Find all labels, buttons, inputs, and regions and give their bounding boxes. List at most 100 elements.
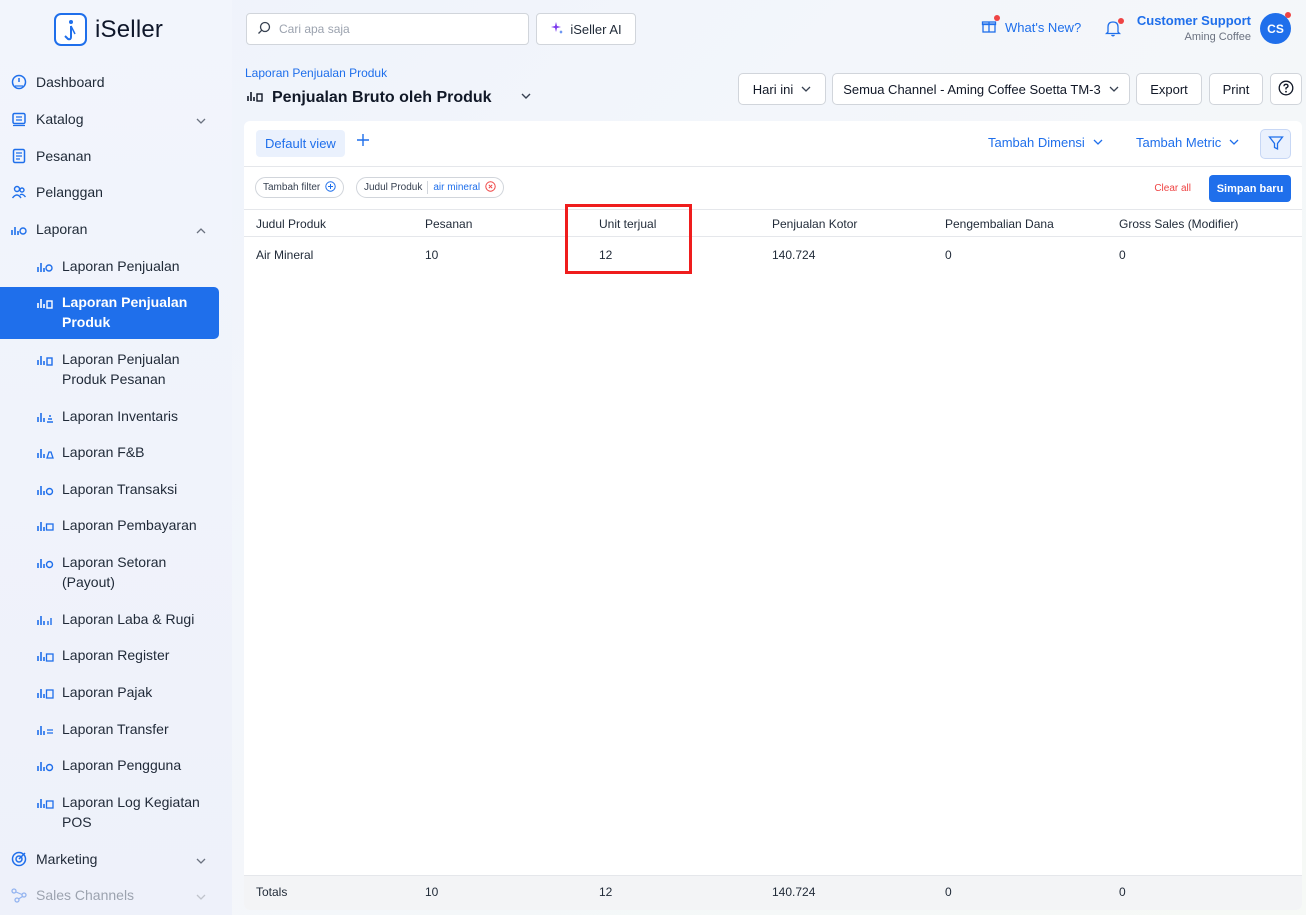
sidebar-item-label: Katalog <box>36 111 84 127</box>
sidebar-item-laporan-pembayaran[interactable]: Laporan Pembayaran <box>0 515 232 535</box>
search-box[interactable] <box>246 13 529 45</box>
sidebar-item-laporan-penjualan-produk[interactable]: Laporan Penjualan Produk <box>0 287 219 339</box>
report-chart-icon <box>36 479 54 499</box>
sidebar-item-laporan-laba-rugi[interactable]: Laporan Laba & Rugi <box>0 609 232 629</box>
sidebar-item-pesanan[interactable]: Pesanan <box>0 138 232 174</box>
table-cell: 0 <box>1119 248 1126 262</box>
chevron-down-icon[interactable] <box>520 89 532 107</box>
print-button[interactable]: Print <box>1209 73 1263 105</box>
sidebar-item-label: Laporan Transaksi <box>62 481 178 497</box>
chevron-down-icon <box>196 853 206 869</box>
report-chart-icon <box>36 515 54 535</box>
date-filter-label: Hari ini <box>752 81 794 97</box>
breadcrumb[interactable]: Laporan Penjualan Produk <box>245 66 387 80</box>
sidebar-item-laporan-inventaris[interactable]: Laporan Inventaris <box>0 406 232 426</box>
chevron-down-icon <box>1109 82 1119 97</box>
sidebar-item-laporan-fnb[interactable]: Laporan F&B <box>0 442 232 462</box>
sidebar-item-laporan-penjualan-produk-pesanan[interactable]: Laporan Penjualan Produk Pesanan <box>0 349 232 389</box>
remove-filter-icon[interactable] <box>485 180 496 195</box>
sidebar-item-label: Dashboard <box>36 74 105 90</box>
column-header[interactable]: Penjualan Kotor <box>772 217 857 231</box>
whats-new-link[interactable]: What's New? <box>981 15 1081 37</box>
add-metric-label: Tambah Metric <box>1136 135 1222 150</box>
add-filter-chip[interactable]: Tambah filter <box>255 177 345 198</box>
iseller-ai-button[interactable]: iSeller AI <box>536 13 636 45</box>
help-button[interactable] <box>1270 73 1302 105</box>
search-icon <box>257 21 271 38</box>
report-chart-icon <box>36 755 54 775</box>
user-org: Aming Coffee <box>1184 31 1251 43</box>
sidebar-item-laporan-log-kegiatan-pos[interactable]: Laporan Log Kegiatan POS <box>0 792 232 832</box>
sidebar-item-sales-channels[interactable]: Sales Channels <box>0 877 232 913</box>
totals-cell: 10 <box>425 885 439 899</box>
totals-cell: 12 <box>599 885 613 899</box>
sidebar-item-laporan-pengguna[interactable]: Laporan Pengguna <box>0 755 232 775</box>
sidebar-item-laporan-transaksi[interactable]: Laporan Transaksi <box>0 479 232 499</box>
add-view-button[interactable] <box>356 133 370 150</box>
sidebar-item-label: Laporan Penjualan <box>62 258 180 274</box>
chevron-down-icon <box>801 82 811 97</box>
sales-channels-icon <box>10 886 28 904</box>
sidebar-item-pelanggan[interactable]: Pelanggan <box>0 174 232 210</box>
avatar[interactable]: CS <box>1260 12 1291 44</box>
channel-filter-select[interactable]: Semua Channel - Aming Coffee Soetta TM-3 <box>832 73 1130 105</box>
add-metric-button[interactable]: Tambah Metric <box>1136 135 1239 150</box>
avatar-initials: CS <box>1267 21 1284 36</box>
save-new-button[interactable]: Simpan baru <box>1209 175 1291 202</box>
reports-icon <box>10 220 28 238</box>
report-chart-icon <box>36 292 54 312</box>
plus-circle-icon <box>325 180 336 195</box>
sidebar-item-laporan[interactable]: Laporan <box>0 211 232 247</box>
date-filter-select[interactable]: Hari ini <box>738 73 826 105</box>
chevron-up-icon <box>196 223 206 239</box>
iseller-logo-icon <box>54 13 87 46</box>
page-title[interactable]: Penjualan Bruto oleh Produk <box>246 88 532 107</box>
user-name: Customer Support <box>1136 13 1251 28</box>
gift-icon <box>981 15 1000 37</box>
tab-default-view[interactable]: Default view <box>256 130 345 157</box>
table-cell: Air Mineral <box>256 248 314 262</box>
sidebar-item-dashboard[interactable]: Dashboard <box>0 64 232 100</box>
user-menu[interactable]: Customer Support Aming Coffee <box>1137 13 1251 43</box>
report-chart-icon <box>36 256 54 276</box>
sidebar-item-label: Laporan Register <box>62 647 170 663</box>
sidebar-item-label: Laporan Laba & Rugi <box>62 611 195 627</box>
app-logo[interactable]: iSeller <box>54 13 163 46</box>
filter-icon <box>1267 135 1284 154</box>
export-button[interactable]: Export <box>1136 73 1202 105</box>
active-filter-chip[interactable]: Judul Produk air mineral <box>356 177 505 198</box>
channel-filter-label: Semua Channel - Aming Coffee Soetta TM-3 <box>843 81 1101 97</box>
sidebar-item-katalog[interactable]: Katalog <box>0 101 232 137</box>
sidebar-item-laporan-register[interactable]: Laporan Register <box>0 645 232 665</box>
column-header[interactable]: Judul Produk <box>256 217 326 231</box>
sidebar-item-laporan-transfer[interactable]: Laporan Transfer <box>0 719 232 739</box>
sidebar-item-laporan-penjualan[interactable]: Laporan Penjualan <box>0 256 232 276</box>
sidebar-item-label: Laporan Pembayaran <box>62 517 197 533</box>
sidebar-item-marketing[interactable]: Marketing <box>0 841 232 877</box>
add-dimension-button[interactable]: Tambah Dimensi <box>988 135 1103 150</box>
table-row[interactable]: Air Mineral 10 12 140.724 0 0 <box>244 237 1302 273</box>
add-dimension-label: Tambah Dimensi <box>988 135 1085 150</box>
add-filter-label: Tambah filter <box>263 182 321 193</box>
sidebar-item-laporan-setoran[interactable]: Laporan Setoran (Payout) <box>0 552 232 592</box>
sidebar-item-label: Laporan Inventaris <box>62 408 178 424</box>
report-chart-icon <box>36 406 54 426</box>
sidebar-item-label: Marketing <box>36 851 98 867</box>
sidebar-item-laporan-pajak[interactable]: Laporan Pajak <box>0 682 232 702</box>
column-header[interactable]: Gross Sales (Modifier) <box>1119 217 1238 231</box>
search-input[interactable] <box>279 22 519 36</box>
filter-toggle-button[interactable] <box>1260 129 1291 159</box>
iseller-ai-label: iSeller AI <box>570 21 622 37</box>
sidebar-item-label: Laporan Pajak <box>62 684 153 700</box>
column-header[interactable]: Pesanan <box>425 217 472 231</box>
filter-value: air mineral <box>433 182 481 193</box>
column-header[interactable]: Pengembalian Dana <box>945 217 1054 231</box>
totals-cell: 140.724 <box>772 885 816 899</box>
report-chart-icon <box>36 442 54 462</box>
report-chart-icon <box>246 88 264 107</box>
totals-label: Totals <box>256 885 288 899</box>
notification-button[interactable] <box>1104 18 1124 40</box>
export-label: Export <box>1150 81 1188 97</box>
clear-all-link[interactable]: Clear all <box>1154 183 1191 194</box>
sidebar-item-label: Laporan Penjualan Produk <box>62 294 188 330</box>
